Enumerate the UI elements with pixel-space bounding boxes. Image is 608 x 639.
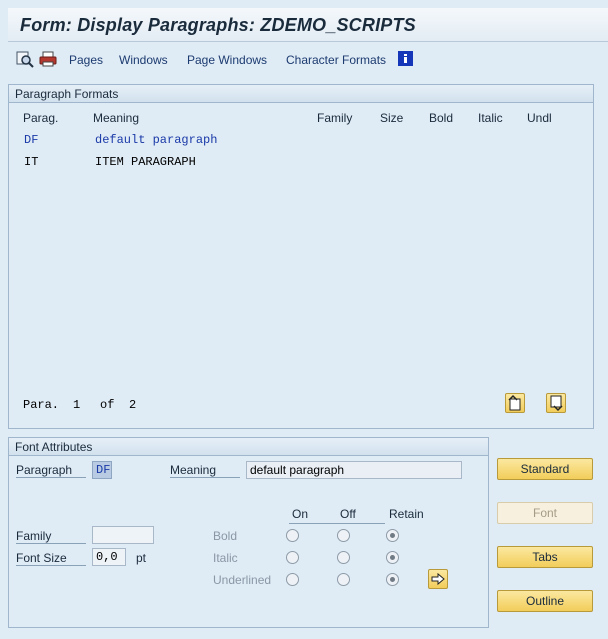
column-header-bold[interactable]: Bold <box>429 111 453 125</box>
column-header-parag[interactable]: Parag. <box>23 111 58 125</box>
column-header-undl[interactable]: Undl <box>527 111 552 125</box>
character-formats-link[interactable]: Character Formats <box>286 53 386 67</box>
window-title: Form: Display Paragraphs: ZDEMO_SCRIPTS <box>20 15 416 35</box>
column-divider <box>289 523 385 524</box>
column-header-size[interactable]: Size <box>380 111 403 125</box>
windows-link[interactable]: Windows <box>119 53 168 67</box>
paragraph-field[interactable]: DF <box>92 461 112 479</box>
underline-details-button[interactable] <box>428 569 448 589</box>
font-size-field[interactable]: 0,0 <box>92 548 126 566</box>
font-size-unit: pt <box>136 551 147 565</box>
next-page-button[interactable] <box>546 393 566 413</box>
arrow-right-icon <box>431 572 445 586</box>
underlined-off-radio[interactable] <box>337 573 350 586</box>
meaning-label: Meaning <box>170 463 240 478</box>
column-label-retain: Retain <box>389 507 424 521</box>
bold-retain-radio[interactable] <box>386 529 399 542</box>
pages-link[interactable]: Pages <box>69 53 103 67</box>
outline-button[interactable]: Outline <box>497 590 593 612</box>
italic-retain-radio[interactable] <box>386 551 399 564</box>
italic-off-radio[interactable] <box>337 551 350 564</box>
page-up-icon <box>508 394 521 411</box>
column-header-italic[interactable]: Italic <box>478 111 503 125</box>
panel-title: Font Attributes <box>9 438 488 456</box>
panel-title: Paragraph Formats <box>9 85 593 103</box>
bold-label: Bold <box>213 529 238 543</box>
column-header-meaning[interactable]: Meaning <box>93 111 139 125</box>
paragraph-formats-panel: Paragraph Formats Parag. Meaning Family … <box>8 84 594 429</box>
font-size-label: Font Size <box>16 551 86 566</box>
cell-meaning[interactable]: ITEM PARAGRAPH <box>95 155 196 169</box>
family-field[interactable] <box>92 526 154 544</box>
tabs-button[interactable]: Tabs <box>497 546 593 568</box>
cell-meaning[interactable]: default paragraph <box>95 133 217 147</box>
underlined-retain-radio[interactable] <box>386 573 399 586</box>
page-windows-link[interactable]: Page Windows <box>187 53 267 67</box>
toolbar: Pages Windows Page Windows Character For… <box>8 44 608 74</box>
font-button[interactable]: Font <box>497 502 593 524</box>
display-icon[interactable] <box>16 50 34 68</box>
cell-parag[interactable]: DF <box>24 133 38 147</box>
info-icon[interactable] <box>398 51 413 66</box>
italic-on-radio[interactable] <box>286 551 299 564</box>
underlined-on-radio[interactable] <box>286 573 299 586</box>
bold-on-radio[interactable] <box>286 529 299 542</box>
italic-label: Italic <box>213 551 238 565</box>
title-bar: Form: Display Paragraphs: ZDEMO_SCRIPTS <box>8 8 608 42</box>
standard-button[interactable]: Standard <box>497 458 593 480</box>
pager-of: of <box>100 398 115 412</box>
pager-total: 2 <box>129 398 137 412</box>
column-label-on: On <box>292 507 309 521</box>
column-label-off: Off <box>340 507 356 521</box>
family-label: Family <box>16 529 86 544</box>
underlined-label: Underlined <box>213 573 272 587</box>
bold-off-radio[interactable] <box>337 529 350 542</box>
meaning-field[interactable]: default paragraph <box>246 461 462 479</box>
page-down-icon <box>550 395 563 412</box>
cell-parag[interactable]: IT <box>24 155 38 169</box>
pager-current: 1 <box>73 398 81 412</box>
print-icon[interactable] <box>39 50 57 68</box>
column-header-family[interactable]: Family <box>317 111 352 125</box>
font-attributes-panel: Font Attributes Paragraph DF Meaning def… <box>8 437 489 628</box>
pager-label: Para. <box>23 398 60 412</box>
paragraph-label: Paragraph <box>16 463 86 478</box>
previous-page-button[interactable] <box>505 393 525 413</box>
